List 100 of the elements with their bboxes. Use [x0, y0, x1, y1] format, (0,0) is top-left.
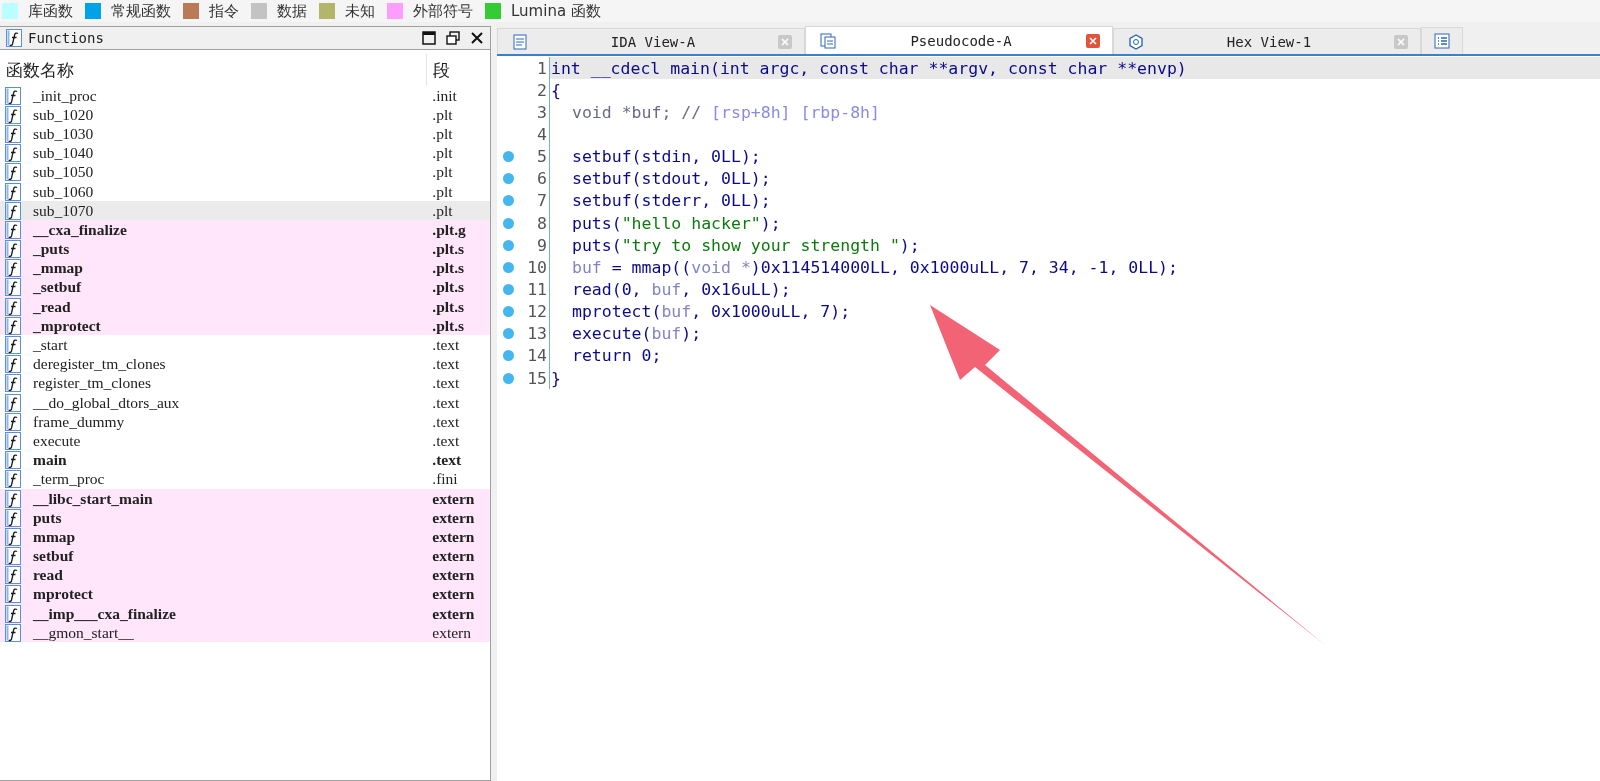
- segment-name: .plt: [431, 144, 454, 163]
- function-row[interactable]: __imp___cxa_finalize extern: [0, 604, 490, 624]
- function-row[interactable]: sub_1060 .plt: [0, 181, 490, 202]
- maximize-icon[interactable]: [422, 31, 436, 45]
- function-row[interactable]: mmap extern: [0, 527, 490, 547]
- breakpoint-icon[interactable]: [503, 350, 514, 362]
- breakpoint-icon[interactable]: [503, 306, 514, 318]
- function-icon: [5, 163, 21, 182]
- function-name: mprotect: [32, 585, 94, 604]
- function-row[interactable]: main .text: [0, 450, 490, 470]
- function-row[interactable]: __do_global_dtors_aux .text: [0, 393, 490, 413]
- function-row[interactable]: sub_1040 .plt: [0, 143, 490, 163]
- function-icon: [5, 585, 21, 604]
- function-row[interactable]: _puts .plt.s: [0, 239, 490, 259]
- function-icon: [5, 566, 21, 585]
- breakpoint-icon[interactable]: [503, 283, 514, 295]
- function-row[interactable]: _mprotect .plt.s: [0, 316, 490, 336]
- function-row[interactable]: setbuf extern: [0, 546, 490, 566]
- segment-name: .fini: [431, 470, 459, 489]
- breakpoint-icon[interactable]: [503, 261, 514, 273]
- code-line: void *buf; // [rsp+8h] [rbp-8h]: [571, 101, 880, 124]
- breakpoint-icon[interactable]: [503, 372, 514, 384]
- column-header[interactable]: 段: [427, 58, 450, 82]
- function-row[interactable]: puts extern: [0, 508, 490, 528]
- column-header[interactable]: 函数名称: [0, 54, 427, 86]
- function-icon: [5, 431, 21, 450]
- segment-name: extern: [431, 547, 476, 566]
- segment-name: .plt: [431, 105, 454, 124]
- function-name: _puts: [32, 240, 71, 259]
- function-icon: [5, 489, 21, 508]
- function-row[interactable]: __libc_start_main extern: [0, 488, 490, 509]
- function-icon: [5, 412, 21, 431]
- line-number: 11: [526, 279, 548, 299]
- function-icon: [5, 336, 21, 355]
- function-name: read: [32, 566, 64, 585]
- code-line: setbuf(stdout, 0LL);: [571, 168, 771, 190]
- function-name: _init_proc: [32, 86, 98, 105]
- function-row[interactable]: execute .text: [0, 431, 490, 451]
- breakpoint-icon[interactable]: [503, 173, 514, 185]
- segment-name: .text: [431, 355, 461, 374]
- function-row[interactable]: sub_1030 .plt: [0, 124, 490, 144]
- function-icon: [5, 470, 21, 489]
- line-number: 1: [536, 58, 548, 78]
- function-row[interactable]: sub_1070 .plt: [0, 201, 490, 221]
- function-name: frame_dummy: [32, 412, 126, 431]
- restore-icon[interactable]: [446, 31, 460, 45]
- function-row[interactable]: _read .plt.s: [0, 297, 490, 317]
- segment-name: .text: [431, 374, 461, 393]
- function-row[interactable]: _init_proc .init: [0, 86, 490, 106]
- function-row[interactable]: read extern: [0, 565, 490, 585]
- breakpoint-icon[interactable]: [503, 239, 514, 251]
- function-icon: [5, 527, 21, 546]
- function-row[interactable]: register_tm_clones .text: [0, 373, 490, 393]
- function-icon: [5, 201, 21, 220]
- document-icon: [512, 33, 528, 50]
- function-row[interactable]: frame_dummy .text: [0, 412, 490, 432]
- function-name: execute: [32, 431, 82, 450]
- function-icon: [5, 451, 21, 470]
- function-row[interactable]: sub_1050 .plt: [0, 162, 490, 182]
- function-icon: [5, 220, 21, 239]
- segment-name: .text: [431, 412, 461, 431]
- legend-label: 库函数: [28, 1, 73, 21]
- breakpoint-icon[interactable]: [503, 328, 514, 340]
- line-number: 10: [526, 257, 548, 277]
- code-line: }: [550, 367, 561, 390]
- list-icon[interactable]: [1434, 33, 1450, 49]
- function-row[interactable]: _mmap .plt.s: [0, 258, 490, 278]
- function-row[interactable]: _setbuf .plt.s: [0, 277, 490, 298]
- segment-name: .plt: [431, 182, 454, 201]
- editor-tab[interactable]: Pseudocode-A: [805, 26, 1113, 54]
- function-icon: [5, 508, 21, 527]
- function-row[interactable]: __gmon_start__ extern: [0, 623, 490, 643]
- code-line: setbuf(stderr, 0LL);: [571, 190, 771, 212]
- editor-tab[interactable]: IDA View-A: [497, 28, 805, 54]
- function-icon: [5, 623, 21, 642]
- function-name: _mprotect: [32, 316, 102, 335]
- function-row[interactable]: deregister_tm_clones .text: [0, 354, 490, 374]
- segment-name: .plt.s: [431, 259, 466, 278]
- function-name: sub_1040: [32, 144, 95, 163]
- code-line: buf = mmap((void *)0x114514000LL, 0x1000uLL, 7, 34, -1, 0LL);: [571, 256, 1178, 279]
- function-name: __imp___cxa_finalize: [32, 604, 177, 623]
- segment-name: extern: [431, 527, 476, 546]
- function-row[interactable]: sub_1020 .plt: [0, 105, 490, 125]
- function-name: sub_1060: [32, 182, 95, 201]
- function-row[interactable]: _start .text: [0, 335, 490, 355]
- function-row[interactable]: _term_proc .fini: [0, 469, 490, 489]
- function-row[interactable]: mprotect extern: [0, 584, 490, 605]
- segment-name: .plt: [431, 124, 454, 143]
- breakpoint-icon[interactable]: [503, 195, 514, 207]
- editor-tab[interactable]: Hex View-1: [1113, 28, 1421, 54]
- breakpoint-icon[interactable]: [503, 151, 514, 163]
- function-name: sub_1030: [32, 124, 95, 143]
- close-icon[interactable]: [470, 31, 484, 45]
- hexagon-icon: [1128, 33, 1144, 50]
- code-line: setbuf(stdin, 0LL);: [571, 146, 761, 168]
- function-icon: [5, 124, 21, 143]
- function-name: _setbuf: [32, 278, 83, 297]
- function-row[interactable]: __cxa_finalize .plt.g: [0, 220, 490, 240]
- breakpoint-icon[interactable]: [503, 217, 514, 229]
- segment-name: .plt.s: [431, 316, 466, 335]
